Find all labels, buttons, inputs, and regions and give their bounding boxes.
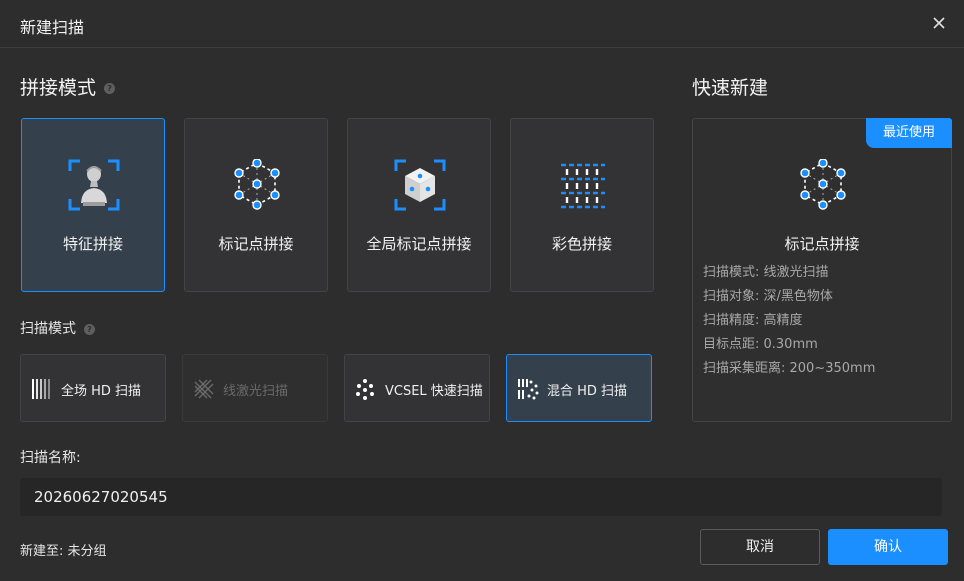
dialog-title: 新建扫描 xyxy=(20,18,85,37)
scan-mode-label: 全场 HD 扫描 xyxy=(61,384,142,399)
splice-card-label: 标记点拼接 xyxy=(218,235,294,253)
close-icon[interactable] xyxy=(928,12,950,34)
scan-mode-title-text: 扫描模式 xyxy=(20,321,76,337)
splice-card-label: 特征拼接 xyxy=(62,235,123,253)
dialog-titlebar: 新建扫描 xyxy=(0,0,964,48)
splice-card-global-marker[interactable]: 全局标记点拼接 xyxy=(347,118,491,292)
spec-scan-precision: 扫描精度: 高精度 xyxy=(703,313,803,328)
help-icon[interactable]: ? xyxy=(104,83,116,94)
spec-scan-distance: 扫描采集距离: 200~350mm xyxy=(703,361,876,376)
fullfield-hd-icon xyxy=(32,379,50,399)
color-pattern-icon xyxy=(561,163,605,209)
help-icon[interactable]: ? xyxy=(84,323,95,335)
cancel-button[interactable]: 取消 xyxy=(700,529,820,565)
line-laser-icon xyxy=(194,379,214,399)
spec-point-distance: 目标点距: 0.30mm xyxy=(703,337,818,352)
splice-mode-title-text: 拼接模式 xyxy=(20,77,97,99)
scan-mode-hybrid-hd[interactable]: 混合 HD 扫描 xyxy=(506,354,652,422)
scan-mode-fullfield-hd[interactable]: 全场 HD 扫描 xyxy=(20,354,166,422)
spec-scan-mode: 扫描模式: 线激光扫描 xyxy=(703,265,829,280)
scan-name-input[interactable] xyxy=(20,478,942,516)
splice-card-label: 全局标记点拼接 xyxy=(366,235,472,253)
splice-card-marker[interactable]: 标记点拼接 xyxy=(184,118,328,292)
marker-points-icon xyxy=(234,159,280,210)
quick-new-title: 快速新建 xyxy=(692,77,769,99)
global-marker-cube-icon xyxy=(394,159,446,211)
new-to-group: 新建至: 未分组 xyxy=(20,544,107,559)
scan-mode-vcsel[interactable]: VCSEL 快速扫描 xyxy=(344,354,490,422)
scan-mode-label: 线激光扫描 xyxy=(223,384,289,399)
spec-scan-object: 扫描对象: 深/黑色物体 xyxy=(703,289,833,304)
splice-card-feature[interactable]: 特征拼接 xyxy=(21,118,165,292)
scan-name-label: 扫描名称: xyxy=(20,450,81,466)
new-scan-dialog: 新建扫描 拼接模式? 特征拼接 标记点拼接 全局标记点拼接 彩色拼接 扫描模式 … xyxy=(0,0,964,581)
scan-mode-label: 混合 HD 扫描 xyxy=(547,384,628,399)
recent-badge: 最近使用 xyxy=(866,118,952,148)
quick-card-title: 标记点拼接 xyxy=(784,235,860,253)
vcsel-icon xyxy=(356,379,374,400)
marker-points-icon xyxy=(800,159,846,210)
bust-feature-icon xyxy=(68,159,120,211)
scan-mode-line-laser[interactable]: 线激光扫描 xyxy=(182,354,328,422)
splice-card-label: 彩色拼接 xyxy=(551,235,612,253)
splice-mode-title: 拼接模式? xyxy=(20,73,116,100)
scan-mode-label: VCSEL 快速扫描 xyxy=(385,384,483,399)
quick-new-card[interactable]: 最近使用 标记点拼接 扫描模式: 线激光扫描 扫描对象: 深/黑色物体 扫描精度… xyxy=(692,118,952,422)
confirm-button[interactable]: 确认 xyxy=(828,529,948,565)
hybrid-hd-icon xyxy=(518,379,539,400)
scan-mode-title: 扫描模式? xyxy=(20,318,95,338)
splice-card-color[interactable]: 彩色拼接 xyxy=(510,118,654,292)
